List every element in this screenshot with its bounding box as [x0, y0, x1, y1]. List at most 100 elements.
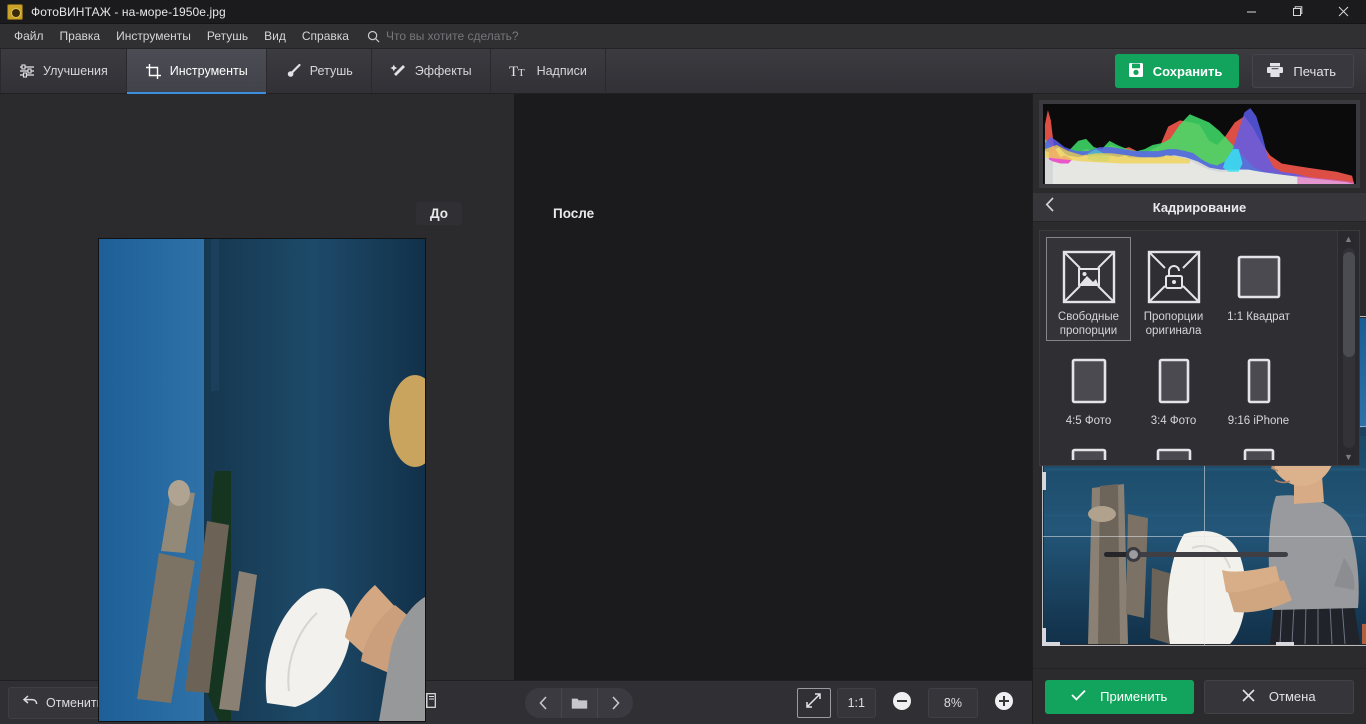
- tab-enhancements[interactable]: Улучшения: [0, 49, 127, 93]
- portrait-4-5-icon: [1062, 351, 1116, 411]
- menu-item-file[interactable]: Файл: [6, 25, 52, 47]
- rgb-histogram: [1043, 104, 1356, 184]
- after-pane: После: [515, 94, 1366, 680]
- menu-item-help[interactable]: Справка: [294, 25, 357, 47]
- tab-label: Надписи: [536, 64, 587, 78]
- search-icon: [367, 30, 380, 43]
- tabbar-actions: Сохранить Печать: [1114, 49, 1366, 93]
- tabbar: Улучшения Инструменты Ретушь Эффекты T T…: [0, 49, 1366, 94]
- preset-label: 9:16 iPhone: [1227, 415, 1290, 427]
- portrait-icon: [1062, 446, 1116, 460]
- fit-screen-icon: [806, 692, 821, 713]
- film-camera-icon: [7, 3, 23, 20]
- preset-row3-a[interactable]: [1046, 445, 1131, 460]
- preset-original-proportions[interactable]: Пропорции оригинала: [1131, 237, 1216, 341]
- tab-tools[interactable]: Инструменты: [126, 49, 267, 94]
- window-controls: [1228, 0, 1366, 24]
- zoom-controls: 1:1 8%: [796, 687, 1024, 718]
- text-icon: T T: [509, 63, 529, 79]
- rotation-slider[interactable]: [1104, 546, 1288, 562]
- nav-group: [525, 687, 634, 718]
- preset-iphone-9-16[interactable]: 9:16 iPhone: [1216, 341, 1301, 445]
- before-image[interactable]: [99, 239, 425, 721]
- search-box[interactable]: Что вы хотите сделать?: [367, 29, 519, 43]
- close-button[interactable]: [1320, 0, 1366, 24]
- preset-square-1-1[interactable]: 1:1 Квадрат: [1216, 237, 1301, 341]
- menu-item-retouch[interactable]: Ретушь: [199, 25, 256, 47]
- panel-back-button[interactable]: [1033, 197, 1067, 217]
- print-button[interactable]: Печать: [1252, 54, 1354, 88]
- scrollbar-track[interactable]: [1342, 248, 1355, 448]
- plus-circle-icon: [994, 691, 1014, 714]
- panel-title: Кадрирование: [1152, 199, 1247, 215]
- lock-crop-icon: [1147, 247, 1201, 307]
- magic-wand-icon: [390, 63, 407, 80]
- panel-footer: Применить Отмена: [1033, 668, 1366, 724]
- photo-editor-window: ФотоВИНТАЖ - на-море-1950е.jpg Файл Прав…: [0, 0, 1366, 724]
- tab-label: Улучшения: [43, 64, 108, 78]
- crop-presets-area: Свободные пропорции Пропорции оригинала …: [1039, 230, 1360, 466]
- panel-header: Кадрирование: [1033, 192, 1366, 222]
- tab-list: Улучшения Инструменты Ретушь Эффекты T T…: [0, 49, 606, 94]
- presets-scrollbar[interactable]: ▲ ▼: [1337, 231, 1359, 465]
- zoom-out-button[interactable]: [882, 688, 922, 718]
- svg-text:T: T: [509, 64, 518, 79]
- preset-row3-c[interactable]: [1216, 445, 1301, 460]
- titlebar: ФотоВИНТАЖ - на-море-1950е.jpg: [0, 0, 1366, 24]
- next-image-button[interactable]: [597, 687, 633, 718]
- preset-label: Пропорции оригинала: [1143, 311, 1204, 337]
- preset-photo-4-5[interactable]: 4:5 Фото: [1046, 341, 1131, 445]
- tab-label: Ретушь: [309, 64, 353, 78]
- prev-image-button[interactable]: [525, 688, 561, 718]
- tab-retouch[interactable]: Ретушь: [267, 49, 372, 93]
- preset-photo-3-4[interactable]: 3:4 Фото: [1131, 341, 1216, 445]
- portrait-9-16-icon: [1232, 351, 1286, 411]
- histogram-panel: [1039, 100, 1360, 188]
- print-button-label: Печать: [1293, 63, 1336, 79]
- maximize-button[interactable]: [1274, 0, 1320, 24]
- save-button[interactable]: Сохранить: [1114, 54, 1240, 88]
- portrait-icon: [1232, 446, 1286, 460]
- preset-label: Свободные пропорции: [1057, 311, 1120, 337]
- undo-icon: [22, 695, 38, 710]
- free-crop-icon: [1062, 247, 1116, 307]
- window-title: ФотоВИНТАЖ - на-море-1950е.jpg: [31, 4, 226, 19]
- actual-size-button[interactable]: 1:1: [836, 687, 876, 718]
- printer-icon: [1266, 62, 1284, 81]
- preset-row3-b[interactable]: [1131, 445, 1216, 460]
- cancel-button[interactable]: Отмена: [1203, 679, 1354, 714]
- image-panes: До После: [0, 94, 1366, 721]
- menu-item-view[interactable]: Вид: [256, 25, 294, 47]
- scroll-up-icon[interactable]: ▲: [1344, 233, 1353, 245]
- preset-free-proportions[interactable]: Свободные пропорции: [1046, 237, 1131, 341]
- menu-item-tools[interactable]: Инструменты: [108, 25, 199, 47]
- apply-button[interactable]: Применить: [1045, 679, 1194, 714]
- preset-label: 3:4 Фото: [1150, 415, 1197, 427]
- tab-captions[interactable]: T T Надписи: [491, 49, 606, 93]
- undo-label: Отменить: [46, 695, 104, 710]
- open-folder-button[interactable]: [561, 687, 597, 718]
- apply-label: Применить: [1100, 689, 1168, 704]
- portrait-3-4-icon: [1147, 351, 1201, 411]
- brush-icon: [285, 63, 302, 80]
- fit-to-screen-button[interactable]: [796, 687, 831, 718]
- minus-circle-icon: [892, 691, 912, 714]
- menu-item-edit[interactable]: Правка: [52, 25, 109, 47]
- search-input[interactable]: Что вы хотите сделать?: [386, 29, 519, 43]
- zoom-level-display[interactable]: 8%: [927, 687, 978, 718]
- tab-effects[interactable]: Эффекты: [372, 49, 491, 93]
- zoom-in-button[interactable]: [984, 688, 1024, 718]
- scroll-down-icon[interactable]: ▼: [1344, 451, 1353, 463]
- main-area: До После Отменить 1:1 8% Кадрирование Св…: [0, 94, 1366, 724]
- minimize-button[interactable]: [1228, 0, 1274, 24]
- crop-presets-grid: Свободные пропорции Пропорции оригинала …: [1040, 231, 1337, 465]
- cancel-label: Отмена: [1268, 689, 1316, 704]
- check-icon: [1071, 689, 1086, 704]
- scrollbar-thumb[interactable]: [1342, 252, 1355, 357]
- file-navigation: [525, 687, 634, 718]
- preset-label: 4:5 Фото: [1065, 415, 1112, 427]
- after-label: После: [553, 206, 595, 221]
- rotation-slider-knob[interactable]: [1126, 546, 1141, 562]
- before-label: До: [415, 202, 462, 225]
- save-button-label: Сохранить: [1152, 63, 1223, 79]
